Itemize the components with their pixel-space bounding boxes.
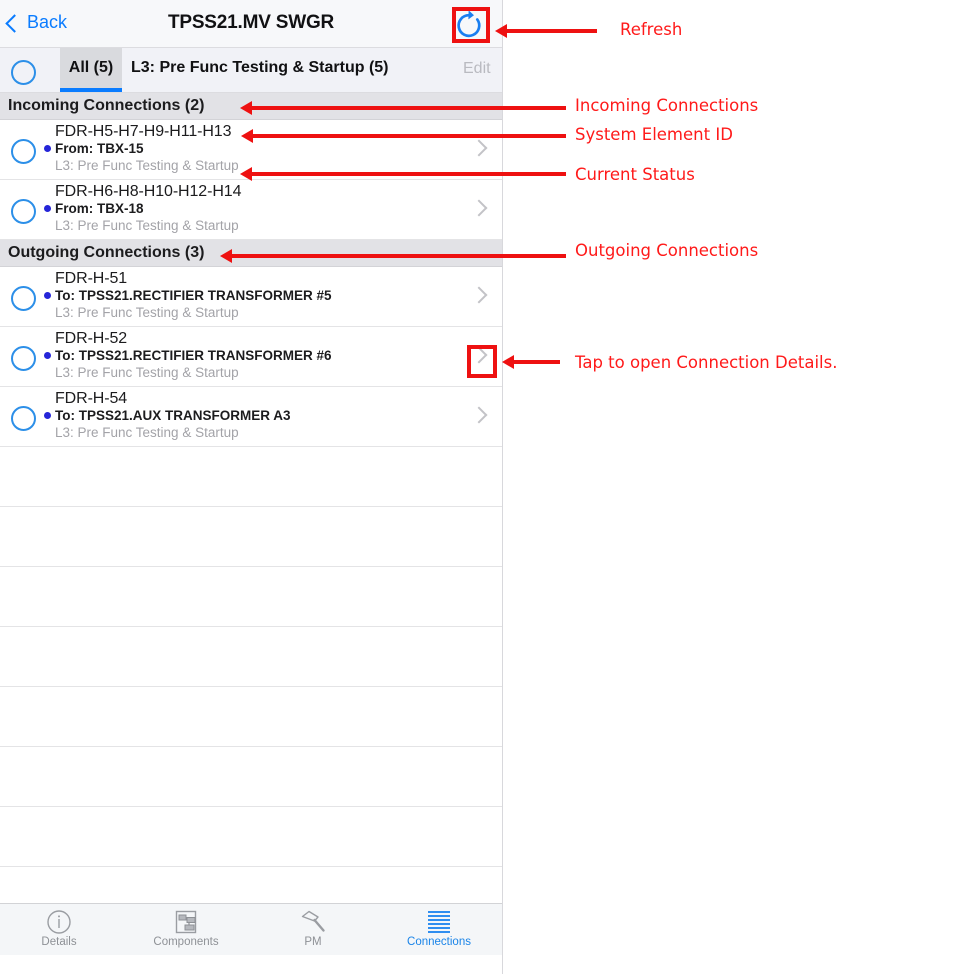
annotation-arrow-refresh xyxy=(495,24,597,38)
system-element-id: FDR-H-51 xyxy=(55,270,128,287)
chevron-right-icon[interactable] xyxy=(470,139,488,157)
connection-row[interactable]: FDR-H-54 To: TPSS21.AUX TRANSFORMER A3 L3:… xyxy=(0,387,502,447)
section-header-label: Outgoing Connections (3) xyxy=(8,244,205,261)
annotation-arrow-current-status xyxy=(240,167,566,181)
chevron-right-icon[interactable] xyxy=(470,406,488,424)
status-dot-icon xyxy=(44,205,51,212)
annotation-label-system-element-id: System Element ID xyxy=(575,125,733,144)
empty-list-row xyxy=(0,867,502,903)
tab-connections-label: Connections xyxy=(407,936,471,948)
current-status: L3: Pre Func Testing & Startup xyxy=(55,158,239,173)
components-diagram-icon xyxy=(131,904,241,937)
phone-app-pane: Back TPSS21.MV SWGR All (5) L3: Pre Func… xyxy=(0,0,503,974)
tab-stage-filter[interactable]: L3: Pre Func Testing & Startup (5) xyxy=(131,59,389,77)
connection-row[interactable]: FDR-H-51 To: TPSS21.RECTIFIER TRANSFORMER… xyxy=(0,267,502,327)
tab-all[interactable]: All (5) xyxy=(60,48,122,92)
system-element-id: FDR-H5-H7-H9-H11-H13 xyxy=(55,123,232,140)
tab-pm-label: PM xyxy=(304,936,322,948)
annotation-arrow-incoming xyxy=(240,101,566,115)
current-status: L3: Pre Func Testing & Startup xyxy=(55,365,239,380)
current-status: L3: Pre Func Testing & Startup xyxy=(55,305,239,320)
tab-connections[interactable]: Connections xyxy=(384,904,494,955)
tab-components-label: Components xyxy=(153,936,219,948)
connection-peer: From: TBX-15 xyxy=(55,141,144,156)
connections-list[interactable]: Incoming Connections (2) FDR-H5-H7-H9-H11… xyxy=(0,93,502,903)
connection-row[interactable]: FDR-H-52 To: TPSS21.RECTIFIER TRANSFORMER… xyxy=(0,327,502,387)
edit-button[interactable]: Edit xyxy=(463,60,491,78)
row-select-checkbox-icon[interactable] xyxy=(11,199,36,224)
empty-list-row xyxy=(0,567,502,627)
current-status: L3: Pre Func Testing & Startup xyxy=(55,425,239,440)
empty-list-row xyxy=(0,747,502,807)
empty-list-row xyxy=(0,807,502,867)
annotation-label-tap-details: Tap to open Connection Details. xyxy=(575,353,838,372)
tab-components[interactable]: Components xyxy=(131,904,241,955)
page-title: TPSS21.MV SWGR xyxy=(167,12,335,33)
status-dot-icon xyxy=(44,292,51,299)
annotation-label-outgoing: Outgoing Connections xyxy=(575,241,759,260)
annotation-label-incoming: Incoming Connections xyxy=(575,96,759,115)
empty-list-row xyxy=(0,687,502,747)
empty-list-row xyxy=(0,447,502,507)
navigation-bar: Back TPSS21.MV SWGR xyxy=(0,0,502,48)
annotation-label-current-status: Current Status xyxy=(575,165,695,184)
system-element-id: FDR-H6-H8-H10-H12-H14 xyxy=(55,183,242,200)
chevron-right-icon[interactable] xyxy=(470,199,488,217)
row-select-checkbox-icon[interactable] xyxy=(11,406,36,431)
connection-peer: To: TPSS21.AUX TRANSFORMER A3 xyxy=(55,408,291,423)
row-select-checkbox-icon[interactable] xyxy=(11,139,36,164)
connection-peer: To: TPSS21.RECTIFIER TRANSFORMER #5 xyxy=(55,288,332,303)
current-status: L3: Pre Func Testing & Startup xyxy=(55,218,239,233)
select-all-checkbox-icon[interactable] xyxy=(11,60,36,85)
tab-details[interactable]: Details xyxy=(4,904,114,955)
bottom-tab-bar: Details Components PM Connections xyxy=(0,903,502,955)
status-dot-icon xyxy=(44,412,51,419)
annotation-box-refresh xyxy=(452,7,490,43)
row-select-checkbox-icon[interactable] xyxy=(11,346,36,371)
tab-all-label: All (5) xyxy=(68,59,114,76)
annotation-arrow-tap-details xyxy=(502,355,560,369)
annotation-box-disclosure xyxy=(467,345,497,378)
list-lines-icon xyxy=(384,904,494,937)
status-dot-icon xyxy=(44,352,51,359)
annotation-label-refresh: Refresh xyxy=(620,20,683,39)
section-header-label: Incoming Connections (2) xyxy=(8,97,205,114)
row-select-checkbox-icon[interactable] xyxy=(11,286,36,311)
empty-list-row xyxy=(0,627,502,687)
empty-list-row xyxy=(0,507,502,567)
connection-peer: From: TBX-18 xyxy=(55,201,144,216)
chevron-right-icon[interactable] xyxy=(470,286,488,304)
system-element-id: FDR-H-52 xyxy=(55,330,128,347)
annotation-arrow-outgoing xyxy=(220,249,566,263)
filter-bar: All (5) L3: Pre Func Testing & Startup (… xyxy=(0,48,502,93)
connection-row[interactable]: FDR-H6-H8-H10-H12-H14 From: TBX-18 L3: Pre… xyxy=(0,180,502,240)
status-dot-icon xyxy=(44,145,51,152)
annotation-arrow-system-element-id xyxy=(241,129,566,143)
tab-pm[interactable]: PM xyxy=(258,904,368,955)
tab-all-active-underline xyxy=(60,88,122,92)
connection-peer: To: TPSS21.RECTIFIER TRANSFORMER #6 xyxy=(55,348,332,363)
tab-details-label: Details xyxy=(41,936,77,948)
hammer-icon xyxy=(258,904,368,937)
info-circle-icon xyxy=(4,904,114,937)
system-element-id: FDR-H-54 xyxy=(55,390,128,407)
